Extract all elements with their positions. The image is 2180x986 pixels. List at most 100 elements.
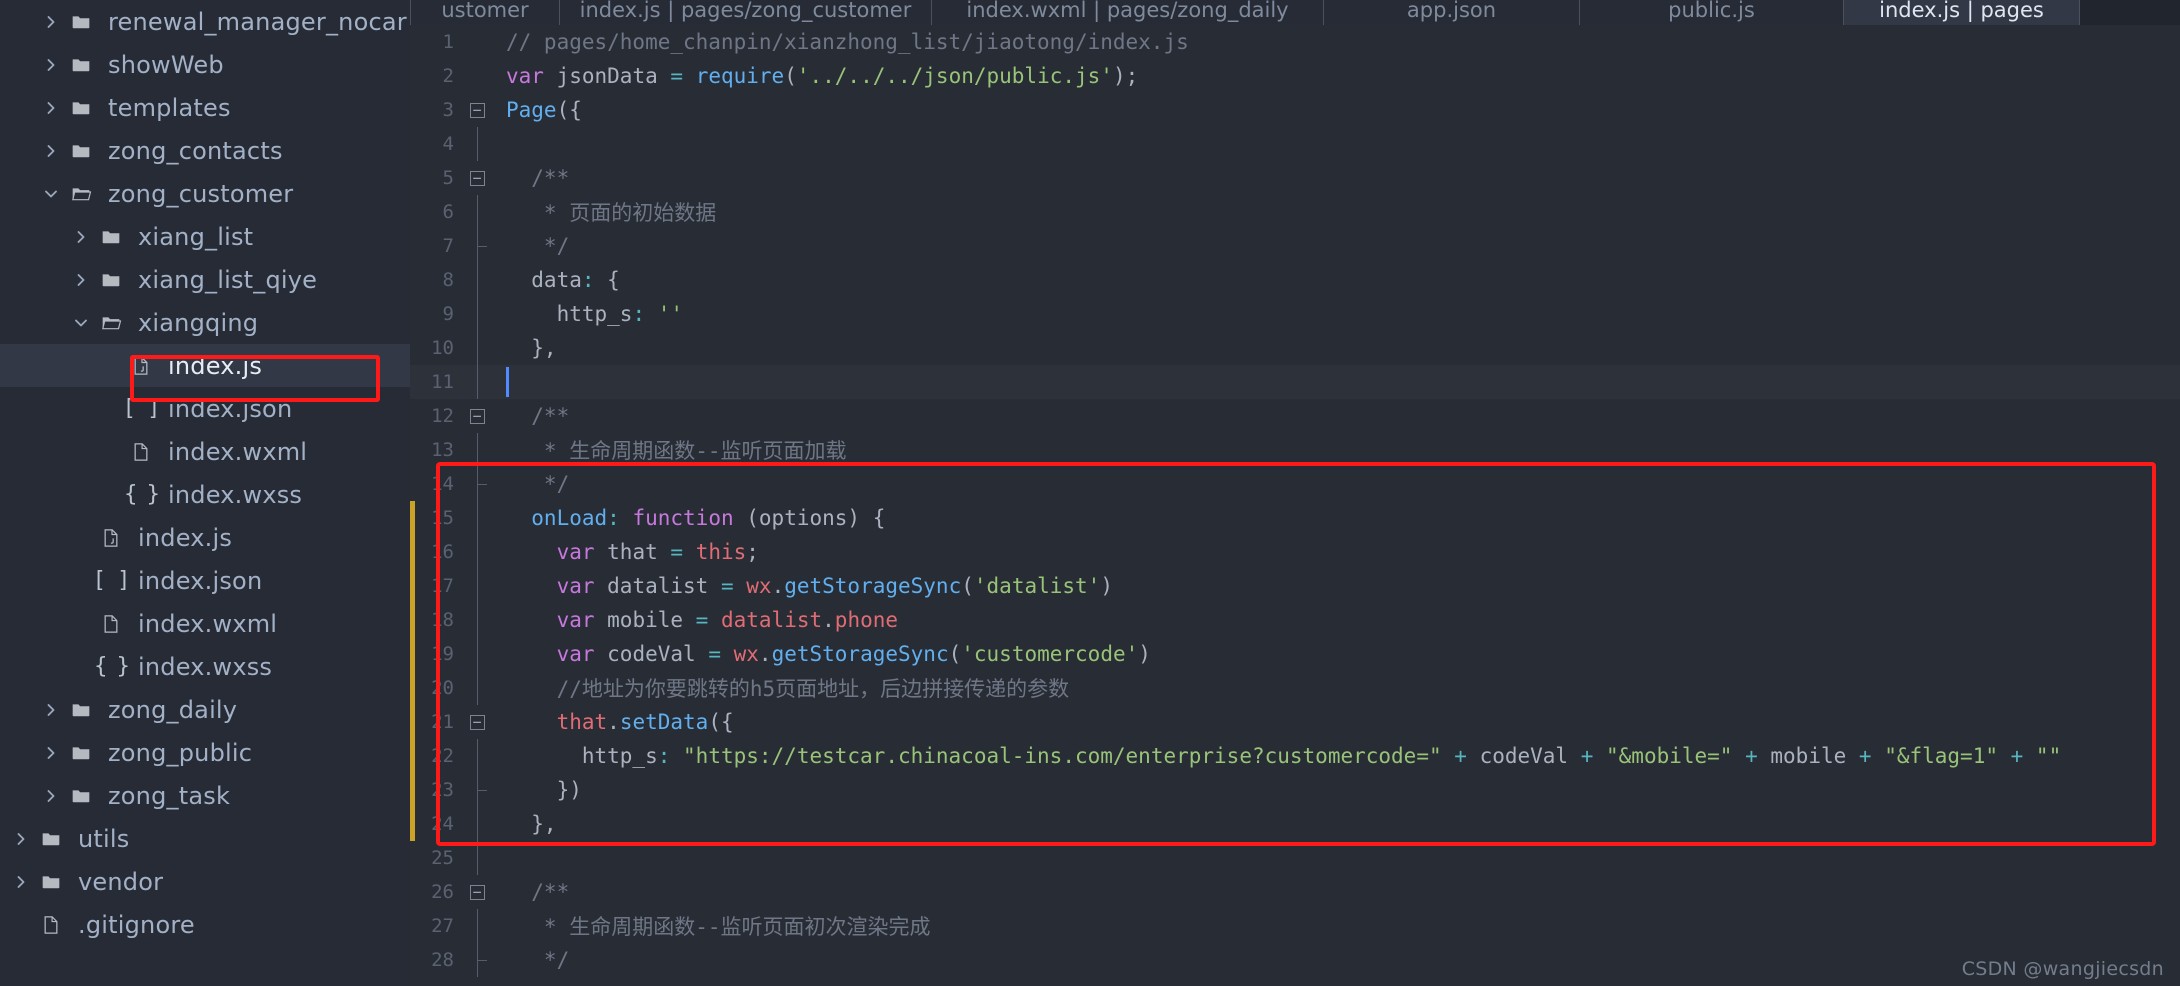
code-line-24[interactable]: 24 },: [410, 807, 2180, 841]
chevron-down-icon[interactable]: [38, 186, 64, 202]
tree-item-zong-public[interactable]: zong_public: [0, 731, 410, 774]
chevron-right-icon[interactable]: [8, 874, 34, 890]
code-text: var jsonData = require('../../../json/pu…: [492, 64, 1138, 88]
code-line-27[interactable]: 27 * 生命周期函数--监听页面初次渲染完成: [410, 909, 2180, 943]
tree-item-showweb[interactable]: showWeb: [0, 43, 410, 86]
code-line-11[interactable]: 11: [410, 365, 2180, 399]
code-line-6[interactable]: 6 * 页面的初始数据: [410, 195, 2180, 229]
tree-item-index-js[interactable]: index.js: [0, 516, 410, 559]
chevron-right-icon[interactable]: [38, 143, 64, 159]
code-line-25[interactable]: 25: [410, 841, 2180, 875]
folder-icon: [94, 227, 128, 247]
code-text: var mobile = datalist.phone: [492, 608, 898, 632]
tree-item-xiangqing[interactable]: xiangqing: [0, 301, 410, 344]
code-line-23[interactable]: 23 }): [410, 773, 2180, 807]
code-line-7[interactable]: 7 */: [410, 229, 2180, 263]
code-line-28[interactable]: 28 */: [410, 943, 2180, 977]
code-line-9[interactable]: 9 http_s: '': [410, 297, 2180, 331]
fold-toggle-icon[interactable]: −: [462, 170, 492, 186]
editor-tab-3[interactable]: app.json: [1324, 0, 1580, 25]
code-line-3[interactable]: 3− Page({: [410, 93, 2180, 127]
fold-toggle-icon[interactable]: −: [462, 102, 492, 118]
editor-tab-0[interactable]: ustomer: [410, 0, 560, 25]
tree-item-zong-daily[interactable]: zong_daily: [0, 688, 410, 731]
code-surface[interactable]: 1 // pages/home_chanpin/xianzhong_list/ji…: [410, 25, 2180, 986]
tree-item-utils[interactable]: utils: [0, 817, 410, 860]
token: :: [581, 268, 595, 292]
code-line-2[interactable]: 2 var jsonData = require('../../../json/p…: [410, 59, 2180, 93]
code-line-10[interactable]: 10 },: [410, 331, 2180, 365]
tree-item-vendor[interactable]: vendor: [0, 860, 410, 903]
editor-tab-bar[interactable]: ustomer index.js | pages/zong_customer ind…: [410, 0, 2180, 25]
code-line-20[interactable]: 20 //地址为你要跳转的h5页面地址，后边拼接传递的参数: [410, 671, 2180, 705]
fold-toggle-icon[interactable]: −: [462, 714, 492, 730]
tree-item-zong-customer[interactable]: zong_customer: [0, 172, 410, 215]
tree-item-renewal-manager-nocar[interactable]: renewal_manager_nocar: [0, 0, 410, 43]
folder-icon: [64, 55, 98, 75]
fold-toggle-icon[interactable]: −: [462, 408, 492, 424]
chevron-right-icon[interactable]: [68, 272, 94, 288]
tree-item-xiang-list-qiye[interactable]: xiang_list_qiye: [0, 258, 410, 301]
code-line-18[interactable]: 18 var mobile = datalist.phone: [410, 603, 2180, 637]
line-number: 15: [431, 507, 454, 529]
code-line-14[interactable]: 14 */: [410, 467, 2180, 501]
tree-item-xiang-list[interactable]: xiang_list: [0, 215, 410, 258]
code-line-15[interactable]: 15 onLoad: function (options) {: [410, 501, 2180, 535]
token: var: [556, 574, 595, 598]
token: http_s: [506, 302, 633, 326]
code-line-8[interactable]: 8 data: {: [410, 263, 2180, 297]
token: * 页面的初始数据: [506, 201, 717, 225]
tree-item-index-json[interactable]: [ ] index.json: [0, 559, 410, 602]
editor-tab-2[interactable]: index.wxml | pages/zong_daily: [932, 0, 1324, 25]
file-tree[interactable]: renewal_manager_nocar showWeb templates zon…: [0, 0, 410, 946]
code-text: /**: [492, 166, 569, 190]
tree-item-zong-contacts[interactable]: zong_contacts: [0, 129, 410, 172]
chevron-right-icon[interactable]: [68, 229, 94, 245]
token: +: [1441, 744, 1480, 768]
chevron-down-icon[interactable]: [68, 315, 94, 331]
fold-toggle-icon[interactable]: −: [462, 884, 492, 900]
code-line-1[interactable]: 1 // pages/home_chanpin/xianzhong_list/ji…: [410, 25, 2180, 59]
code-line-13[interactable]: 13 * 生命周期函数--监听页面加载: [410, 433, 2180, 467]
code-line-16[interactable]: 16 var that = this;: [410, 535, 2180, 569]
folder-icon: [34, 829, 68, 849]
tree-item-index-js[interactable]: index.js: [0, 344, 410, 387]
tree-item-index-json[interactable]: [ ] index.json: [0, 387, 410, 430]
code-line-26[interactable]: 26− /**: [410, 875, 2180, 909]
tree-item-index-wxss[interactable]: { } index.wxss: [0, 645, 410, 688]
token: require: [695, 64, 785, 88]
code-line-22[interactable]: 22 http_s: "https://testcar.chinacoal-in…: [410, 739, 2180, 773]
code-text: */: [492, 234, 569, 258]
code-line-4[interactable]: 4: [410, 127, 2180, 161]
editor-tab-1[interactable]: index.js | pages/zong_customer: [560, 0, 932, 25]
wxss-file-icon: { }: [94, 654, 130, 679]
token: that: [594, 540, 671, 564]
code-line-17[interactable]: 17 var datalist = wx.getStorageSync('dat…: [410, 569, 2180, 603]
tree-item-templates[interactable]: templates: [0, 86, 410, 129]
chevron-right-icon[interactable]: [38, 57, 64, 73]
tree-item-index-wxss[interactable]: { } index.wxss: [0, 473, 410, 516]
token: */: [506, 234, 570, 258]
tree-item-index-wxml[interactable]: index.wxml: [0, 602, 410, 645]
code-line-12[interactable]: 12− /**: [410, 399, 2180, 433]
chevron-right-icon[interactable]: [38, 100, 64, 116]
chevron-right-icon[interactable]: [38, 702, 64, 718]
chevron-right-icon[interactable]: [38, 788, 64, 804]
token: getStorageSync: [784, 574, 962, 598]
file-explorer-sidebar[interactable]: renewal_manager_nocar showWeb templates zon…: [0, 0, 410, 986]
chevron-right-icon[interactable]: [38, 14, 64, 30]
code-lines[interactable]: 1 // pages/home_chanpin/xianzhong_list/ji…: [410, 25, 2180, 977]
editor-tab-5[interactable]: index.js | pages: [1844, 0, 2080, 25]
code-line-21[interactable]: 21− that.setData({: [410, 705, 2180, 739]
chevron-right-icon[interactable]: [8, 831, 34, 847]
code-line-19[interactable]: 19 var codeVal = wx.getStorageSync('cust…: [410, 637, 2180, 671]
tree-item--gitignore[interactable]: .gitignore: [0, 903, 410, 946]
tree-item-index-wxml[interactable]: index.wxml: [0, 430, 410, 473]
tree-item-zong-task[interactable]: zong_task: [0, 774, 410, 817]
code-line-5[interactable]: 5− /**: [410, 161, 2180, 195]
chevron-right-icon[interactable]: [38, 745, 64, 761]
editor-tab-4[interactable]: public.js: [1580, 0, 1844, 25]
